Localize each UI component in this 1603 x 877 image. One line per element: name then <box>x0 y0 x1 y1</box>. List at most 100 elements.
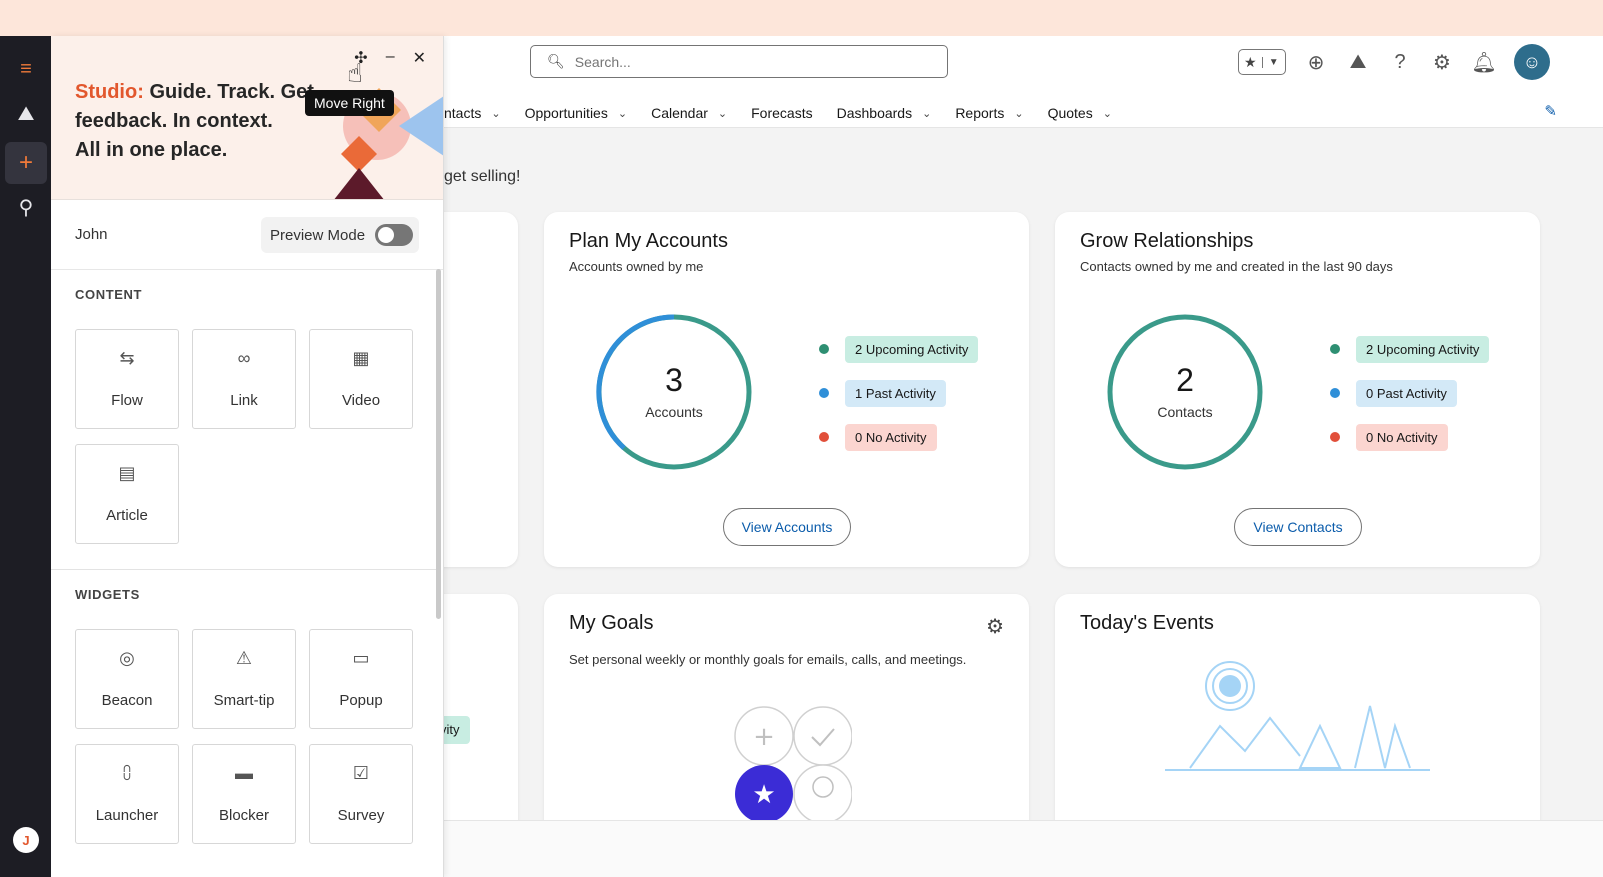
nav-label: Calendar <box>651 105 708 121</box>
status-dot <box>1330 388 1340 398</box>
chevron-down-icon[interactable]: ▼ <box>1261 56 1286 68</box>
card-title: Today's Events <box>1080 612 1214 634</box>
tooltip-move-right: Move Right <box>305 90 394 116</box>
tile-label: Video <box>341 392 381 409</box>
nav-item-quotes[interactable]: Quotes ⌄ <box>1048 105 1112 121</box>
nav-item-opportunities[interactable]: Opportunities ⌄ <box>525 105 628 121</box>
content-section: CONTENT ⇆ Flow ∞ Link ▦ Video ▤ Article <box>51 270 437 570</box>
bell-icon[interactable]: 🔔︎ <box>1471 50 1496 74</box>
mountains <box>1189 716 1301 769</box>
view-contacts-button[interactable]: View Contacts <box>1234 508 1362 546</box>
tile-label: Blocker <box>218 807 270 824</box>
contacts-count-label: Contacts <box>1157 404 1213 420</box>
help-icon[interactable]: ? <box>1388 50 1412 74</box>
blocker-icon: ▬ <box>235 763 253 783</box>
star-icon: ★ <box>752 780 775 810</box>
app-navbar: ntacts ⌄ Opportunities ⌄ Calendar ⌄ Forecas… <box>444 98 1136 128</box>
upcoming-activity-pill[interactable]: 2 Upcoming Activity <box>1356 335 1490 363</box>
pencil-icon[interactable]: ✎ <box>1544 102 1557 120</box>
status-dot <box>1330 432 1340 442</box>
card-subtitle: Contacts owned by me and created in the … <box>1080 259 1393 274</box>
preview-mode-control[interactable]: Preview Mode <box>261 217 419 253</box>
crm-header: 🔍︎ ★▼ ⊕ ⛰ ? ⚙ 🔔︎ ☺ ntacts ⌄ Opportunities… <box>444 36 1603 128</box>
tile-label: Popup <box>339 692 383 709</box>
profile-avatar[interactable]: ☺ <box>1514 44 1550 80</box>
nav-item-dashboards[interactable]: Dashboards ⌄ <box>837 105 932 121</box>
upcoming-activity-pill[interactable]: 2 Upcoming Activity <box>845 335 979 363</box>
tile-flow[interactable]: ⇆ Flow <box>75 329 179 429</box>
tile-popup[interactable]: ▭ Popup <box>309 629 413 729</box>
chevron-down-icon[interactable]: ⌄ <box>718 107 727 120</box>
tile-video[interactable]: ▦ Video <box>309 329 413 429</box>
no-activity-pill[interactable]: 0 No Activity <box>845 423 937 451</box>
close-icon[interactable]: ✕ <box>413 48 426 68</box>
tile-blocker[interactable]: ▬ Blocker <box>192 744 296 844</box>
chevron-down-icon[interactable]: ⌄ <box>922 107 931 120</box>
my-goals-card: My Goals ⚙ Set personal weekly or monthl… <box>544 594 1029 834</box>
header-utility-icons: ★ ▼ ⊕ ⛰ ? ⚙ 🔔︎ ☺ <box>1238 44 1550 80</box>
nav-label: Opportunities <box>524 105 608 121</box>
tile-launcher[interactable]: ⩇ Launcher <box>75 744 179 844</box>
gear-icon[interactable]: ⚙ <box>1430 50 1454 74</box>
legend-row: 2 Upcoming Activity <box>819 334 979 364</box>
card-title: Grow Relationships <box>1080 230 1254 252</box>
no-activity-pill[interactable]: 0 No Activity <box>1356 423 1448 451</box>
panel-scrollbar[interactable] <box>436 269 441 619</box>
tile-article[interactable]: ▤ Article <box>75 444 179 544</box>
chevron-down-icon[interactable]: ⌄ <box>1103 107 1112 120</box>
search-input[interactable] <box>574 53 915 70</box>
nav-item-reports[interactable]: Reports ⌄ <box>955 105 1023 121</box>
past-activity-pill[interactable]: 1 Past Activity <box>845 379 946 407</box>
hero-line-1: Guide. Track. Get <box>149 81 314 103</box>
tile-smart-tip[interactable]: ⚠ Smart-tip <box>192 629 296 729</box>
chevron-down-icon[interactable]: ⌄ <box>1014 107 1023 120</box>
hand-cursor-icon: ☝︎ <box>347 58 363 88</box>
tile-survey[interactable]: ☑ Survey <box>309 744 413 844</box>
check-circle <box>793 706 852 766</box>
chevron-down-icon[interactable]: ⌄ <box>618 107 627 120</box>
trailhead-icon[interactable]: ⛰ <box>1346 50 1370 74</box>
global-search[interactable]: 🔍︎ <box>530 45 948 78</box>
beacon-icon: ◎ <box>119 648 135 668</box>
past-activity-pill[interactable]: 0 Past Activity <box>1356 379 1457 407</box>
contacts-legend: 2 Upcoming Activity 0 Past Activity 0 No… <box>1330 334 1490 452</box>
content-section-label: CONTENT <box>75 287 143 302</box>
user-name: John <box>75 226 108 243</box>
minimize-icon[interactable]: – <box>386 48 395 68</box>
search-icon: 🔍︎ <box>547 53 565 69</box>
accounts-count: 3 <box>665 362 683 398</box>
legend-row: 2 Upcoming Activity <box>1330 334 1490 364</box>
nav-item-calendar[interactable]: Calendar ⌄ <box>651 105 727 121</box>
legend-row: 0 No Activity <box>1330 422 1489 452</box>
star-icon[interactable]: ★ <box>1239 54 1262 71</box>
studio-logo-icon[interactable]: ≡ <box>5 48 47 90</box>
preview-mode-toggle[interactable] <box>375 224 414 246</box>
add-icon[interactable]: + <box>5 142 47 184</box>
shape-blue-triangle <box>399 96 443 156</box>
settings-icon[interactable]: ⚙ <box>986 614 1004 639</box>
chevron-down-icon[interactable]: ⌄ <box>491 107 500 120</box>
user-avatar[interactable]: J <box>13 827 39 853</box>
nav-item-contacts[interactable]: ntacts ⌄ <box>444 105 501 121</box>
tile-label: Article <box>106 507 148 524</box>
tile-label: Beacon <box>101 692 153 709</box>
signpost-icon: ⇆ <box>119 348 135 368</box>
greeting-text: get selling! <box>444 168 521 185</box>
add-icon[interactable]: ⊕ <box>1304 50 1328 74</box>
nav-label: Forecasts <box>751 105 813 121</box>
plus-glyph: + <box>753 722 775 752</box>
legend-row: 0 Past Activity <box>1330 378 1489 408</box>
nav-item-forecasts[interactable]: Forecasts <box>751 105 812 121</box>
legend-row: 1 Past Activity <box>819 378 978 408</box>
tile-link[interactable]: ∞ Link <box>192 329 296 429</box>
launcher-icon: ⩇ <box>122 763 132 783</box>
search-zoom-icon[interactable]: ⚲ <box>5 186 47 228</box>
document-icon: ▤ <box>118 463 136 483</box>
nav-label: ntacts <box>444 105 482 121</box>
view-accounts-button[interactable]: View Accounts <box>723 508 851 546</box>
person-circle <box>793 764 852 824</box>
beacon-icon[interactable]: ⛰ <box>5 93 47 135</box>
tile-beacon[interactable]: ◎ Beacon <box>75 629 179 729</box>
tile-label: Smart-tip <box>213 692 275 709</box>
favorites-button[interactable]: ★ ▼ <box>1238 49 1286 75</box>
